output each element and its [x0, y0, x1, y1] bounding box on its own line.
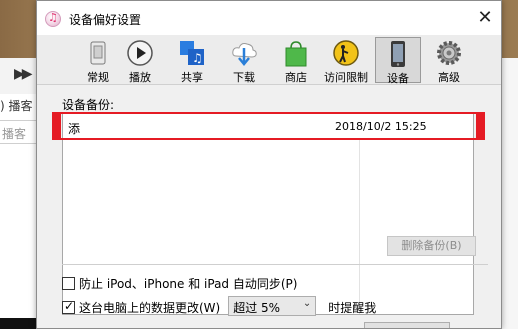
highlight-outline	[54, 112, 478, 140]
tab-advanced[interactable]: 高级	[426, 37, 472, 84]
restrictions-icon	[333, 40, 359, 66]
tab-restrictions-label: 访问限制	[324, 71, 368, 84]
section-divider	[62, 264, 488, 265]
tab-playback-label: 播放	[129, 71, 151, 84]
background-footer	[0, 318, 40, 329]
background-menu-podcasts[interactable]: ) 播客	[0, 97, 33, 114]
data-change-warning-checkbox[interactable]	[62, 299, 75, 314]
data-change-warning-option[interactable]: 这台电脑上的数据更改(W) 超过 5% ⌄ 时提醒我	[62, 296, 376, 316]
tab-download[interactable]: 下载	[221, 37, 267, 84]
prevent-sync-label: 防止 iPod、iPhone 和 iPad 自动同步(P)	[79, 277, 298, 291]
advanced-icon	[437, 41, 461, 65]
tab-playback[interactable]: 播放	[117, 37, 163, 84]
tab-download-label: 下载	[233, 71, 255, 84]
device-preferences-dialog: 设备偏好设置 ✕ 常规 播放 ♫ 共享	[36, 0, 502, 329]
itunes-app-icon	[45, 11, 61, 27]
close-button[interactable]: ✕	[473, 7, 497, 29]
chevron-down-icon: ⌄	[302, 298, 312, 309]
download-icon	[232, 43, 257, 66]
tab-devices[interactable]: 设备	[375, 37, 421, 85]
device-backups-label: 设备备份:	[62, 98, 115, 112]
tab-advanced-label: 高级	[438, 71, 460, 84]
tab-general[interactable]: 常规	[75, 37, 121, 84]
dialog-titlebar[interactable]: 设备偏好设置 ✕	[37, 1, 501, 35]
svg-text:♫: ♫	[192, 51, 203, 65]
general-icon	[90, 41, 106, 65]
tab-general-label: 常规	[87, 71, 109, 84]
tab-sharing-label: 共享	[181, 71, 203, 84]
threshold-select-value: 超过 5%	[233, 301, 281, 315]
background-search-input[interactable]: 播客	[0, 120, 38, 144]
device-icon	[391, 41, 405, 67]
threshold-select[interactable]: 超过 5% ⌄	[228, 296, 317, 316]
tab-sharing[interactable]: ♫ 共享	[169, 37, 215, 84]
tab-devices-label: 设备	[387, 72, 409, 85]
store-icon	[285, 41, 307, 67]
delete-backup-button[interactable]: 删除备份(B)	[387, 236, 476, 256]
data-change-warning-label: 这台电脑上的数据更改(W)	[79, 301, 221, 315]
column-divider	[359, 113, 360, 314]
ok-button[interactable]	[364, 322, 450, 328]
prevent-sync-option[interactable]: 防止 iPod、iPhone 和 iPad 自动同步(P)	[62, 275, 297, 292]
dialog-title: 设备偏好设置	[69, 13, 142, 27]
tab-restrictions[interactable]: 访问限制	[323, 37, 369, 84]
tab-store[interactable]: 商店	[273, 37, 319, 84]
preferences-toolbar: 常规 播放 ♫ 共享 下载 商店 访问限制 设备 高级	[37, 35, 501, 85]
warning-suffix-label: 时提醒我	[328, 301, 377, 315]
tab-store-label: 商店	[285, 71, 307, 84]
background-scroll-area	[500, 58, 518, 329]
prevent-sync-checkbox[interactable]	[62, 277, 75, 290]
fast-forward-icon[interactable]: ▶▶	[14, 66, 32, 82]
playback-icon	[127, 40, 153, 66]
devices-panel: 设备备份: 添 2018/10/2 15:25 删除备份(B) 防止 iPod、…	[37, 86, 501, 328]
sharing-icon: ♫	[180, 41, 204, 65]
